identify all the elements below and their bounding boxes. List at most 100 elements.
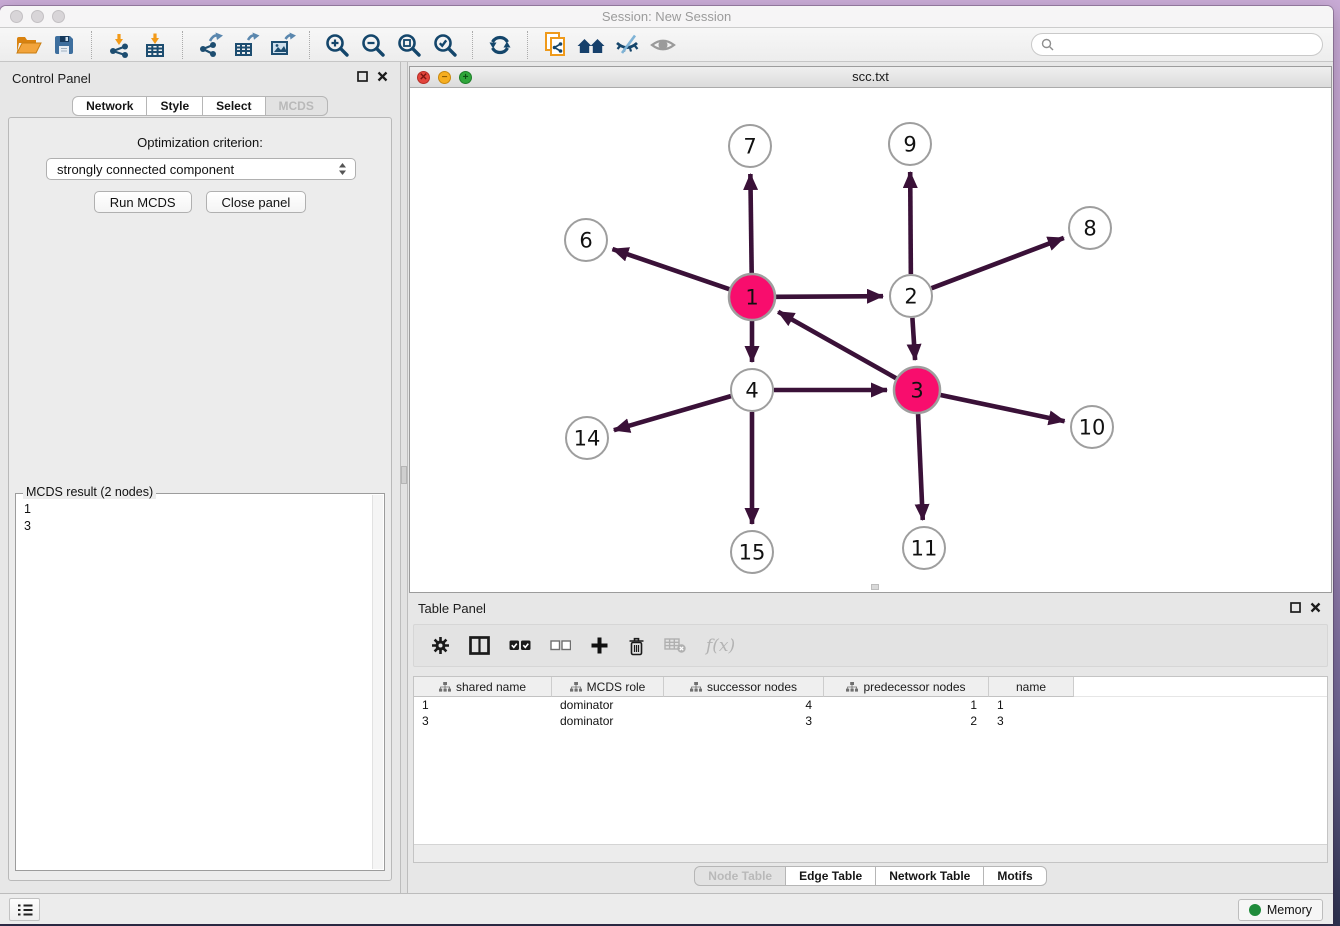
divider-grip[interactable]	[401, 466, 407, 484]
clear-checks-icon[interactable]	[550, 639, 571, 652]
delete-table-icon[interactable]	[664, 637, 687, 654]
graph-edge-4-14[interactable]	[614, 396, 731, 430]
column-header-MCDS-role[interactable]: MCDS role	[552, 677, 664, 697]
tab-select[interactable]: Select	[203, 96, 265, 116]
table-cell[interactable]: 1	[824, 697, 989, 713]
table-cell[interactable]: 3	[414, 713, 552, 729]
network-minimize-button[interactable]: −	[438, 71, 451, 84]
split-columns-icon[interactable]	[469, 636, 490, 655]
add-column-icon[interactable]	[590, 636, 609, 655]
window-traffic-lights	[10, 10, 65, 23]
network-zoom-button[interactable]: +	[459, 71, 472, 84]
zoom-window-button[interactable]	[52, 10, 65, 23]
tab-network[interactable]: Network	[72, 96, 147, 116]
table-panel-title: Table Panel	[418, 601, 486, 616]
export-image-icon[interactable]	[266, 30, 298, 60]
search-box[interactable]	[1031, 33, 1323, 56]
network-canvas[interactable]: 1234678910111415	[410, 88, 1331, 592]
network-close-button[interactable]: ✕	[417, 71, 430, 84]
table-row[interactable]: 3dominator323	[414, 713, 1327, 729]
hierarchy-icon	[690, 682, 702, 692]
graph-edge-1-2[interactable]	[776, 296, 883, 297]
canvas-resize-grip[interactable]	[871, 584, 879, 590]
optimization-criterion-label: Optimization criterion:	[9, 135, 391, 150]
mcds-result-list[interactable]: 13	[17, 495, 371, 869]
criterion-dropdown[interactable]: strongly connected component	[46, 158, 356, 180]
tab-edge-table[interactable]: Edge Table	[786, 866, 876, 886]
export-network-icon[interactable]	[194, 30, 226, 60]
graph-edge-3-1[interactable]	[778, 312, 896, 378]
task-history-button[interactable]	[9, 898, 40, 921]
import-network-icon[interactable]	[103, 30, 135, 60]
node-table: shared nameMCDS rolesuccessor nodesprede…	[413, 676, 1328, 863]
run-mcds-button[interactable]: Run MCDS	[94, 191, 192, 213]
graph-node-label: 2	[904, 285, 917, 309]
zoom-in-icon[interactable]	[321, 30, 353, 60]
control-panel: Control Panel NetworkStyleSelectMCDS Opt…	[0, 62, 400, 893]
status-bar: Memory	[0, 893, 1333, 924]
trash-icon[interactable]	[628, 636, 645, 656]
column-header-predecessor-nodes[interactable]: predecessor nodes	[824, 677, 989, 697]
table-cell[interactable]: 2	[824, 713, 989, 729]
hierarchy-icon	[846, 682, 858, 692]
table-cell[interactable]: 3	[664, 713, 824, 729]
hide-eye-icon[interactable]	[611, 30, 643, 60]
tab-network-table[interactable]: Network Table	[876, 866, 984, 886]
close-window-button[interactable]	[10, 10, 23, 23]
open-folder-icon[interactable]	[12, 30, 44, 60]
table-cell[interactable]: dominator	[552, 713, 664, 729]
graph-edge-1-7[interactable]	[750, 174, 751, 273]
memory-button[interactable]: Memory	[1238, 899, 1323, 921]
gear-icon[interactable]	[431, 636, 450, 655]
search-input[interactable]	[1059, 38, 1313, 52]
zoom-out-icon[interactable]	[357, 30, 389, 60]
float-panel-icon[interactable]	[1290, 602, 1301, 613]
table-cell[interactable]: dominator	[552, 697, 664, 713]
graph-node-label: 9	[903, 133, 916, 157]
export-table-icon[interactable]	[230, 30, 262, 60]
graph-edge-1-6[interactable]	[612, 249, 729, 289]
graph-node-label: 14	[574, 427, 601, 451]
tab-node-table[interactable]: Node Table	[694, 866, 786, 886]
criterion-value: strongly connected component	[57, 162, 338, 177]
table-body: 1dominator4113dominator323	[414, 697, 1327, 729]
window-titlebar: Session: New Session	[0, 6, 1333, 28]
tab-style[interactable]: Style	[147, 96, 203, 116]
copy-network-icon[interactable]	[539, 30, 571, 60]
close-panel-icon[interactable]	[377, 71, 388, 82]
zoom-selected-icon[interactable]	[429, 30, 461, 60]
window-title: Session: New Session	[0, 6, 1333, 27]
table-cell[interactable]: 1	[989, 697, 1074, 713]
table-hscrollbar[interactable]	[414, 844, 1327, 862]
mcds-result-scrollbar[interactable]	[372, 495, 383, 869]
column-header-shared-name[interactable]: shared name	[414, 677, 552, 697]
table-row[interactable]: 1dominator411	[414, 697, 1327, 713]
tab-motifs[interactable]: Motifs	[984, 866, 1046, 886]
save-icon[interactable]	[48, 30, 80, 60]
close-panel-icon[interactable]	[1310, 602, 1321, 613]
import-table-icon[interactable]	[139, 30, 171, 60]
minimize-window-button[interactable]	[31, 10, 44, 23]
graph-edge-2-3[interactable]	[912, 318, 915, 360]
show-eye-icon[interactable]	[647, 30, 679, 60]
table-tabs: Node TableEdge TableNetwork TableMotifs	[408, 866, 1333, 886]
select-all-checks-icon[interactable]	[509, 639, 531, 652]
tab-mcds[interactable]: MCDS	[266, 96, 328, 116]
refresh-icon[interactable]	[484, 30, 516, 60]
close-panel-button[interactable]: Close panel	[206, 191, 307, 213]
column-header-successor-nodes[interactable]: successor nodes	[664, 677, 824, 697]
graph-edge-2-9[interactable]	[910, 172, 911, 274]
graph-edge-2-8[interactable]	[932, 238, 1064, 288]
graph-edge-3-11[interactable]	[918, 414, 923, 520]
graph-edge-3-10[interactable]	[940, 395, 1064, 421]
neighbor-houses-icon[interactable]	[575, 30, 607, 60]
zoom-fit-icon[interactable]	[393, 30, 425, 60]
panel-divider[interactable]	[400, 62, 408, 893]
float-panel-icon[interactable]	[357, 71, 368, 82]
column-header-name[interactable]: name	[989, 677, 1074, 697]
table-cell[interactable]: 3	[989, 713, 1074, 729]
toolbar-separator	[472, 31, 473, 59]
table-cell[interactable]: 4	[664, 697, 824, 713]
table-cell[interactable]: 1	[414, 697, 552, 713]
function-builder-icon[interactable]: f(x)	[706, 636, 735, 656]
